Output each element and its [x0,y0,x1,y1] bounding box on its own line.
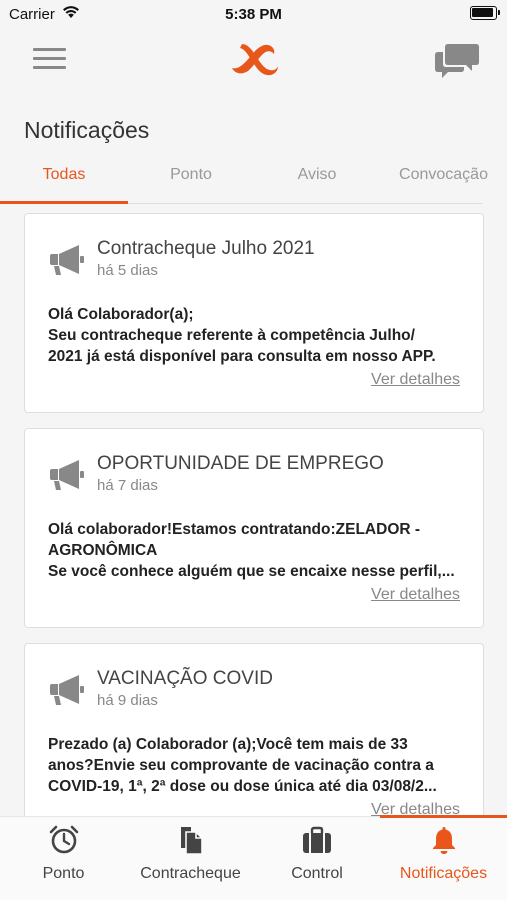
notification-body-line: Seu contracheque referente à competência… [48,327,415,344]
notification-title: OPORTUNIDADE DE EMPREGO [97,453,384,474]
notification-card[interactable]: Contracheque Julho 2021 há 5 dias Olá Co… [24,213,484,413]
notification-list[interactable]: Contracheque Julho 2021 há 5 dias Olá Co… [24,213,484,816]
tab-ponto[interactable]: Ponto [128,166,254,184]
nav-item-control[interactable]: Control [254,817,380,900]
notification-tabs: Todas Ponto Aviso Convocação [0,150,507,206]
notification-title: VACINAÇÃO COVID [97,668,273,689]
notification-time: há 7 dias [97,477,158,494]
megaphone-icon [50,675,84,705]
notification-body: Olá colaborador!Estamos contratando:ZELA… [48,519,463,582]
documents-icon [180,827,203,855]
notification-title: Contracheque Julho 2021 [97,238,315,259]
view-details-link[interactable]: Ver detalhes [371,371,460,389]
app-logo [232,44,278,76]
clock-icon [49,825,78,854]
nav-item-notificacoes[interactable]: Notificações [380,817,507,900]
chat-icon[interactable] [434,40,480,80]
nav-item-contracheque[interactable]: Contracheque [127,817,254,900]
view-details-link[interactable]: Ver detalhes [371,801,460,816]
megaphone-icon [50,245,84,275]
nav-label: Contracheque [140,865,241,882]
nav-label: Ponto [42,865,85,882]
megaphone-icon [50,460,84,490]
notification-body-line: COVID-19, 1ª, 2ª dose ou dose única até … [48,778,437,795]
tab-todas[interactable]: Todas [0,166,128,184]
hamburger-menu-icon[interactable] [33,48,66,72]
notification-body-line: Olá Colaborador(a); [48,306,194,323]
view-details-link[interactable]: Ver detalhes [371,586,460,604]
page-title: Notificações [24,117,150,143]
app-header [0,30,507,90]
notification-body-line: anos?Envie seu comprovante de vacinação … [48,757,434,774]
status-bar: Carrier 5:38 PM [0,0,507,30]
notification-body-line: AGRONÔMICA [48,542,158,559]
notification-card[interactable]: VACINAÇÃO COVID há 9 dias Prezado (a) Co… [24,643,484,816]
notification-body: Prezado (a) Colaborador (a);Você tem mai… [48,734,463,797]
nav-item-ponto[interactable]: Ponto [0,817,127,900]
notification-time: há 5 dias [97,262,158,279]
tab-aviso[interactable]: Aviso [254,166,380,184]
tabs-divider [128,203,482,204]
briefcase-icon [303,826,331,853]
bell-icon [432,827,455,854]
notification-body-line: Prezado (a) Colaborador (a);Você tem mai… [48,736,408,753]
clock-time: 5:38 PM [225,6,282,23]
notification-time: há 9 dias [97,692,158,709]
tab-convocacao[interactable]: Convocação [380,166,507,184]
notification-body: Olá Colaborador(a); Seu contracheque ref… [48,304,463,367]
notification-body-line: 2021 já está disponível para consulta em… [48,348,436,365]
active-tab-indicator [0,201,128,204]
nav-label: Control [291,865,343,882]
bottom-navigation: Ponto Contracheque Control Notificações [0,815,507,900]
notification-body-line: Olá colaborador!Estamos contratando:ZELA… [48,521,421,538]
notification-card[interactable]: OPORTUNIDADE DE EMPREGO há 7 dias Olá co… [24,428,484,628]
notification-body-line: Se você conhece alguém que se encaixe ne… [48,563,455,580]
battery-icon [470,6,500,20]
nav-label: Notificações [399,865,488,882]
